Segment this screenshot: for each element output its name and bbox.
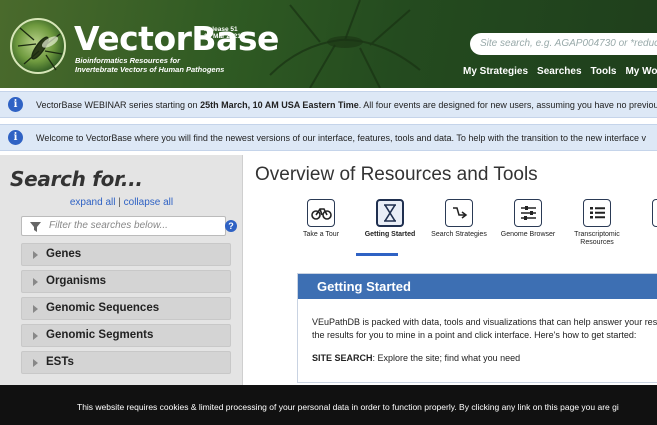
- caret-right-icon: [33, 251, 38, 259]
- nav-searches[interactable]: Searches: [537, 66, 581, 77]
- bicycle-icon: [307, 199, 335, 227]
- webinar-banner: i VectorBase WEBINAR series starting on …: [0, 91, 657, 118]
- help-icon[interactable]: ?: [225, 220, 237, 232]
- sliders-icon: [514, 199, 542, 227]
- cookie-text: This website requires cookies & limited …: [77, 402, 619, 412]
- welcome-banner: i Welcome to VectorBase where you will f…: [0, 124, 657, 151]
- tool-search-strategies[interactable]: Search Strategies: [424, 199, 494, 239]
- getting-started-panel: Getting Started VEuPathDB is packed with…: [297, 273, 657, 383]
- tool-transcriptomic-resources[interactable]: Transcriptomic Resources: [562, 199, 632, 247]
- mosquito-silhouette-icon: [269, 0, 421, 88]
- category-label: Genomic Segments: [46, 329, 154, 341]
- mosquito-logo-icon[interactable]: [10, 18, 66, 74]
- site-search-link[interactable]: SITE SEARCH: [312, 353, 373, 363]
- site-search-text: : Explore the site; find what you need: [372, 353, 521, 364]
- category-label: Organisms: [46, 275, 107, 287]
- filter-placeholder: Filter the searches below...: [49, 220, 168, 231]
- site-brand[interactable]: VectorBase: [74, 22, 279, 55]
- tool-label: M: [631, 231, 657, 239]
- top-nav: My Strategies Searches Tools My Workspa: [463, 66, 657, 77]
- active-tab-indicator: [356, 253, 398, 256]
- info-icon: i: [8, 130, 23, 145]
- hourglass-icon: [376, 199, 404, 227]
- site-search-tip: SITE SEARCH: Explore the site; find what…: [312, 352, 657, 365]
- category-label: Genomic Sequences: [46, 302, 160, 314]
- banner-text-pre: VectorBase WEBINAR series starting on: [36, 99, 201, 110]
- category-organisms[interactable]: Organisms: [21, 270, 231, 293]
- separator: |: [118, 197, 121, 208]
- nav-my-workspace[interactable]: My Workspa: [625, 66, 657, 77]
- more-icon: [652, 199, 657, 227]
- tool-take-a-tour[interactable]: Take a Tour: [286, 199, 356, 239]
- site-tagline: Bioinformatics Resources for Invertebrat…: [75, 56, 225, 74]
- expand-collapse-links: expand all | collapse all: [0, 197, 243, 208]
- panel-line-2: the results for you to mine in a point a…: [312, 330, 637, 341]
- nav-tools[interactable]: Tools: [591, 66, 617, 77]
- caret-right-icon: [33, 278, 38, 286]
- category-label: ESTs: [46, 356, 74, 368]
- caret-right-icon: [33, 305, 38, 313]
- panel-intro: VEuPathDB is packed with data, tools and…: [312, 316, 657, 342]
- info-icon: i: [8, 97, 23, 112]
- tool-more[interactable]: M: [631, 199, 657, 239]
- site-search-input[interactable]: Site search, e.g. AGAP004730 or *reducta…: [470, 33, 657, 55]
- tool-label: Getting Started: [364, 231, 416, 238]
- tool-getting-started[interactable]: Getting Started: [355, 199, 425, 239]
- release-info: Release 51 16 Mar 2021: [204, 26, 241, 41]
- panel-heading: Getting Started: [298, 274, 657, 299]
- tool-label: Take a Tour: [302, 231, 340, 238]
- release-number: Release 51: [204, 26, 238, 33]
- nav-my-strategies[interactable]: My Strategies: [463, 66, 528, 77]
- tagline-line-2: Invertebrate Vectors of Human Pathogens: [75, 64, 225, 74]
- cookie-consent-bar: This website requires cookies & limited …: [0, 385, 657, 425]
- category-label: Genes: [46, 248, 82, 260]
- collapse-all-link[interactable]: collapse all: [124, 197, 173, 208]
- panel-body: VEuPathDB is packed with data, tools and…: [298, 299, 657, 365]
- search-sidebar: Search for... expand all | collapse all …: [0, 155, 243, 385]
- tool-genome-browser[interactable]: Genome Browser: [493, 199, 563, 239]
- sidebar-title: Search for...: [10, 167, 143, 191]
- caret-right-icon: [33, 359, 38, 367]
- list-icon: [583, 199, 611, 227]
- category-genes[interactable]: Genes: [21, 243, 231, 266]
- tool-label: Genome Browser: [500, 231, 556, 238]
- search-filter-input[interactable]: Filter the searches below...: [21, 216, 226, 236]
- category-genomic-segments[interactable]: Genomic Segments: [21, 324, 231, 347]
- banner-text-post: . All four events are designed for new u…: [358, 99, 657, 110]
- expand-all-link[interactable]: expand all: [70, 197, 116, 208]
- caret-right-icon: [33, 332, 38, 340]
- banner-text-bold: 25th March, 10 AM USA Eastern Time: [200, 99, 359, 110]
- tool-label: Search Strategies: [431, 231, 487, 238]
- category-genomic-sequences[interactable]: Genomic Sequences: [21, 297, 231, 320]
- site-header: VectorBase Release 51 16 Mar 2021 Bioinf…: [0, 0, 657, 88]
- banner-text: VectorBase WEBINAR series starting on 25…: [36, 100, 657, 110]
- category-ests[interactable]: ESTs: [21, 351, 231, 374]
- panel-line-1: VEuPathDB is packed with data, tools and…: [312, 317, 657, 327]
- tool-label: Transcriptomic Resources: [574, 231, 620, 247]
- release-date: 16 Mar 2021: [204, 33, 241, 41]
- strategy-icon: [445, 199, 473, 227]
- funnel-icon: [30, 222, 41, 232]
- banner-text: Welcome to VectorBase where you will fin…: [36, 132, 647, 143]
- page-title: Overview of Resources and Tools: [255, 164, 538, 185]
